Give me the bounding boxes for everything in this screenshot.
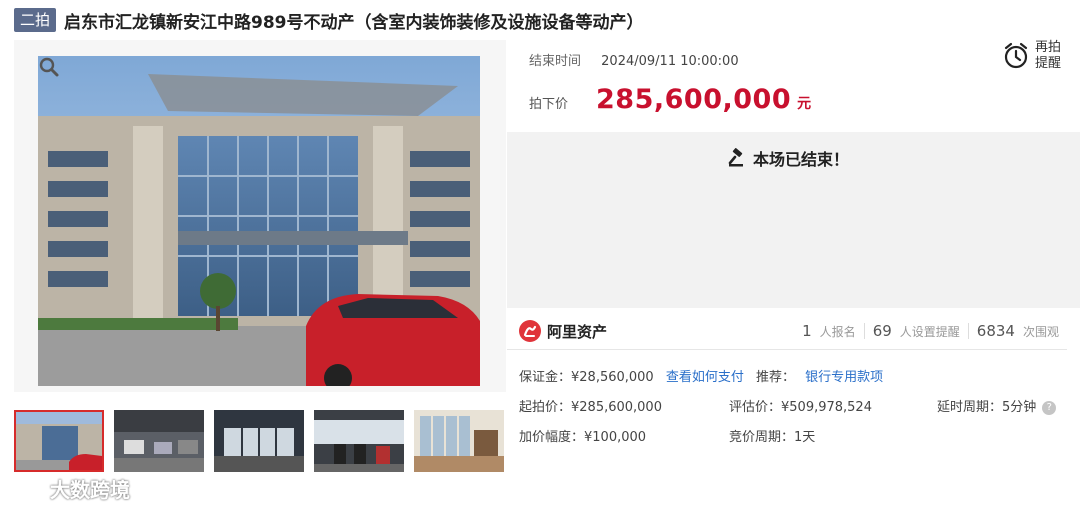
thumbnail-2[interactable]	[114, 410, 204, 472]
watermark-text: 大数跨境	[50, 478, 130, 502]
increment: 加价幅度：¥100,000	[519, 430, 647, 445]
appraised-price: 评估价：¥509,978,524	[729, 400, 872, 415]
reminder-stat: 69 人设置提醒	[865, 322, 968, 340]
final-price-value: 285,600,000	[596, 84, 792, 115]
views-stat: 6834 次围观	[969, 322, 1067, 340]
thumbnail-5[interactable]	[414, 410, 504, 472]
views-label: 次围观	[1022, 325, 1059, 339]
end-time-value: 2024/09/11 10:00:00	[601, 54, 739, 69]
end-time-label: 结束时间	[529, 54, 582, 69]
stats-row: 阿里资产 1 人报名 69 人设置提醒 6834 次围观	[507, 314, 1067, 350]
how-to-pay-link[interactable]: 查看如何支付	[666, 370, 744, 385]
reminder-label: 人设置提醒	[899, 325, 960, 339]
page-title: 启东市汇龙镇新安江中路989号不动产（含室内装饰装修及设施设备等动产）	[64, 12, 644, 33]
watermark-logo-icon	[8, 480, 43, 497]
brand-name: 阿里资产	[547, 322, 608, 341]
ended-text: 本场已结束！	[753, 150, 850, 169]
auction-summary: 结束时间 2024/09/11 10:00:00 拍下价 285,600,000…	[507, 40, 1080, 132]
final-price-unit: 元	[797, 96, 812, 112]
ended-status: 本场已结束！	[727, 146, 849, 170]
thumbnail-3[interactable]	[214, 410, 304, 472]
delay-period: 延时周期：5分钟	[937, 400, 1037, 415]
building-photo	[38, 56, 480, 386]
title-row: 二拍 启东市汇龙镇新安江中路989号不动产（含室内装饰装修及设施设备等动产）	[14, 6, 644, 34]
reminder-count: 69	[872, 322, 892, 340]
stat-counters: 1 人报名 69 人设置提醒 6834 次围观	[794, 322, 1067, 340]
ali-assets-logo-icon	[519, 320, 541, 342]
gavel-icon	[728, 148, 743, 167]
zoom-icon[interactable]	[38, 56, 60, 78]
recommend-label: 推荐：	[756, 370, 796, 385]
help-icon[interactable]: ?	[1042, 401, 1057, 415]
views-count: 6834	[976, 322, 1015, 340]
auction-ended-panel: 本场已结束！	[507, 132, 1080, 308]
thumbnail-1[interactable]	[14, 410, 104, 472]
thumbnail-strip	[14, 410, 514, 472]
end-time-row: 结束时间 2024/09/11 10:00:00	[529, 50, 739, 69]
bank-funds-link[interactable]: 银行专用款项	[805, 370, 883, 385]
registered-count: 1	[802, 322, 812, 340]
remind-label: 再拍提醒	[1035, 40, 1062, 71]
registered-stat: 1 人报名	[794, 322, 864, 340]
thumbnail-4[interactable]	[314, 410, 404, 472]
brand[interactable]: 阿里资产	[519, 320, 607, 342]
delay-period-row: 延时周期：5分钟?	[937, 396, 1057, 415]
main-photo[interactable]	[14, 40, 506, 392]
remind-button[interactable]: 再拍提醒	[1003, 40, 1065, 72]
watermark: 大数跨境	[6, 474, 130, 503]
alarm-clock-icon	[1004, 42, 1028, 69]
start-price: 起拍价：¥285,600,000	[519, 400, 662, 415]
final-price-label: 拍下价	[529, 97, 569, 112]
auction-page: 二拍 启东市汇龙镇新安江中路989号不动产（含室内装饰装修及设施设备等动产） 大…	[0, 0, 1080, 506]
registered-label: 人报名	[819, 325, 856, 339]
final-price-row: 拍下价 285,600,000 元	[529, 84, 811, 115]
deposit: 保证金：¥28,560,000	[519, 370, 654, 385]
auction-round-badge: 二拍	[14, 8, 57, 32]
bid-period: 竞价周期：1天	[729, 430, 816, 445]
deposit-row: 保证金：¥28,560,000 查看如何支付 推荐： 银行专用款项	[519, 366, 883, 385]
